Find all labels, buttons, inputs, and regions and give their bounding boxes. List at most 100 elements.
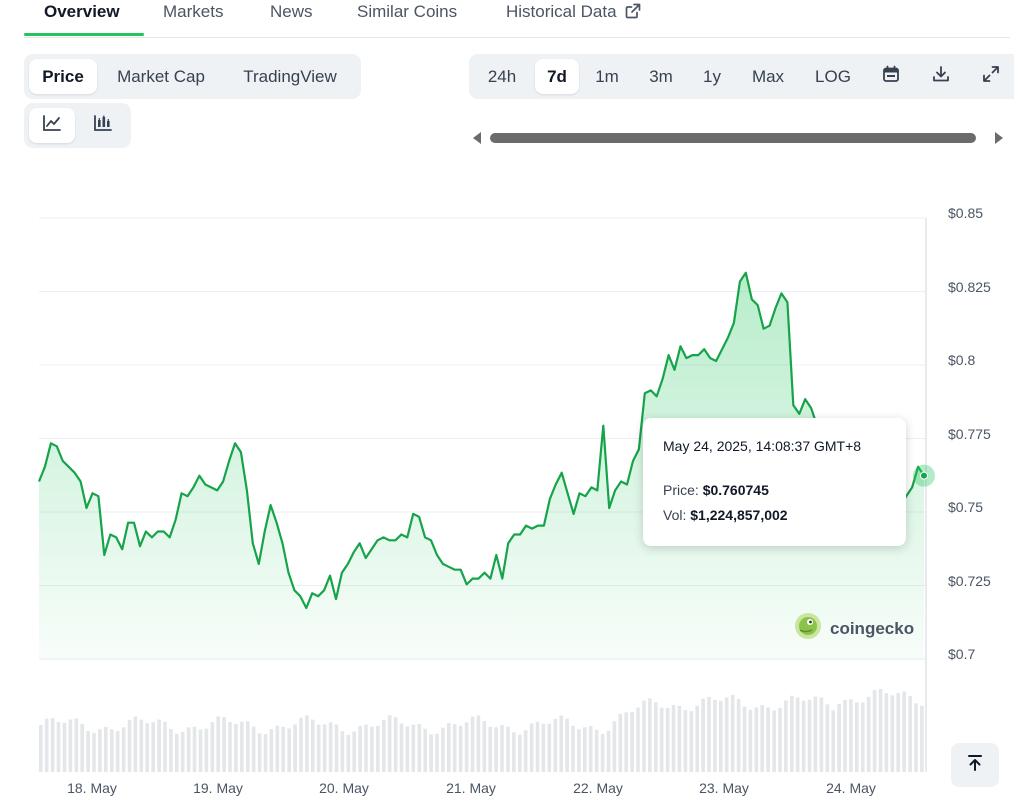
- volume-bar: [801, 700, 806, 772]
- volume-bar: [494, 727, 498, 772]
- volume-bar: [825, 704, 830, 772]
- volume-bar: [488, 726, 492, 772]
- volume-bar: [748, 709, 753, 772]
- volume-bar: [654, 702, 658, 772]
- volume-bar: [405, 726, 410, 772]
- watermark-text: coingecko: [830, 618, 915, 638]
- hover-point: [920, 471, 928, 480]
- volume-bar: [133, 716, 138, 772]
- volume-bar: [855, 702, 859, 772]
- volume-bar: [713, 699, 717, 772]
- volume-bar: [139, 719, 144, 772]
- volume-bar: [186, 727, 191, 772]
- tooltip-price-row: Price: $0.760745: [663, 482, 769, 498]
- volume-bar: [837, 703, 841, 772]
- volume-bar: [198, 729, 203, 772]
- volume-bar: [305, 715, 309, 772]
- volume-bar: [110, 729, 114, 772]
- volume-bar: [358, 725, 362, 772]
- volume-bar: [352, 731, 356, 772]
- volume-bar: [180, 731, 185, 772]
- volume-bar: [157, 719, 161, 772]
- x-tick-label: 20. May: [319, 780, 369, 796]
- volume-bar: [376, 725, 380, 772]
- volume-bar: [683, 709, 688, 772]
- tooltip-price-value: $0.760745: [702, 482, 769, 498]
- x-tick-label: 23. May: [699, 780, 749, 796]
- volume-bar: [115, 731, 120, 772]
- volume-bar: [44, 718, 49, 772]
- volume-bar: [210, 722, 215, 772]
- volume-bar: [482, 721, 487, 772]
- volume-bar: [884, 693, 889, 772]
- volume-bar: [234, 724, 238, 772]
- volume-bar: [447, 723, 451, 772]
- volume-bar: [417, 724, 422, 772]
- y-tick-label: $0.75: [948, 499, 984, 515]
- back-to-top-button[interactable]: [951, 743, 999, 787]
- volume-bar: [689, 711, 694, 772]
- volume-bar: [535, 721, 540, 772]
- volume-bar: [222, 717, 226, 772]
- volume-bar: [92, 732, 96, 772]
- volume-bar: [364, 724, 368, 772]
- volume-bar: [624, 712, 628, 772]
- volume-bar: [470, 716, 475, 772]
- volume-bar: [56, 721, 61, 772]
- volume-bar: [701, 698, 705, 772]
- gecko-logo-icon: [794, 612, 822, 645]
- y-tick-label: $0.85: [948, 205, 984, 221]
- volume-bar: [553, 719, 558, 772]
- volume-bar: [145, 723, 149, 772]
- volume-bar: [529, 723, 534, 772]
- volume-bar: [39, 725, 43, 772]
- y-tick-label: $0.725: [948, 573, 991, 589]
- volume-bar: [506, 726, 510, 772]
- volume-bar: [866, 696, 871, 772]
- price-chart[interactable]: [0, 0, 1024, 806]
- volume-bar: [257, 733, 262, 772]
- volume-bar: [464, 722, 469, 772]
- volume-bar: [382, 720, 386, 772]
- volume-bar: [263, 734, 268, 772]
- volume-bar: [340, 731, 345, 772]
- volume-bar: [807, 699, 812, 772]
- volume-bar: [736, 699, 741, 772]
- x-tick-label: 18. May: [67, 780, 117, 796]
- volume-bar: [370, 726, 374, 772]
- volume-bar: [429, 734, 433, 772]
- volume-bar: [665, 707, 670, 772]
- volume-bar: [766, 707, 770, 772]
- volume-bar: [588, 726, 593, 772]
- volume-bar: [914, 703, 918, 772]
- volume-bar: [228, 722, 232, 772]
- volume-bar: [778, 707, 782, 772]
- x-tick-label: 22. May: [573, 780, 623, 796]
- volume-bar: [500, 725, 504, 772]
- y-tick-label: $0.825: [948, 279, 991, 295]
- volume-bar: [169, 729, 173, 772]
- volume-bar: [269, 729, 274, 772]
- volume-bar: [98, 729, 102, 772]
- tooltip-date: May 24, 2025, 14:08:37 GMT+8: [663, 438, 862, 454]
- volume-bar: [861, 702, 865, 772]
- volume-bar: [890, 695, 895, 772]
- volume-bar: [175, 733, 179, 772]
- x-tick-label: 19. May: [193, 780, 243, 796]
- volume-bar: [618, 713, 623, 772]
- volume-bar: [441, 727, 445, 772]
- volume-bar: [322, 724, 327, 772]
- volume-bar: [476, 715, 481, 772]
- volume-bar: [299, 717, 303, 772]
- volume-bar: [62, 722, 67, 772]
- volume-bar: [458, 725, 463, 772]
- tooltip-volume-row: Vol: $1,224,857,002: [663, 507, 788, 523]
- volume-bar: [559, 715, 563, 772]
- volume-bar: [423, 728, 427, 772]
- volume-bar: [659, 707, 664, 772]
- volume-bar: [204, 728, 209, 772]
- volume-bar: [896, 693, 900, 772]
- x-tick-label: 24. May: [826, 780, 876, 796]
- volume-bar: [760, 705, 764, 772]
- volume-bar: [275, 725, 280, 772]
